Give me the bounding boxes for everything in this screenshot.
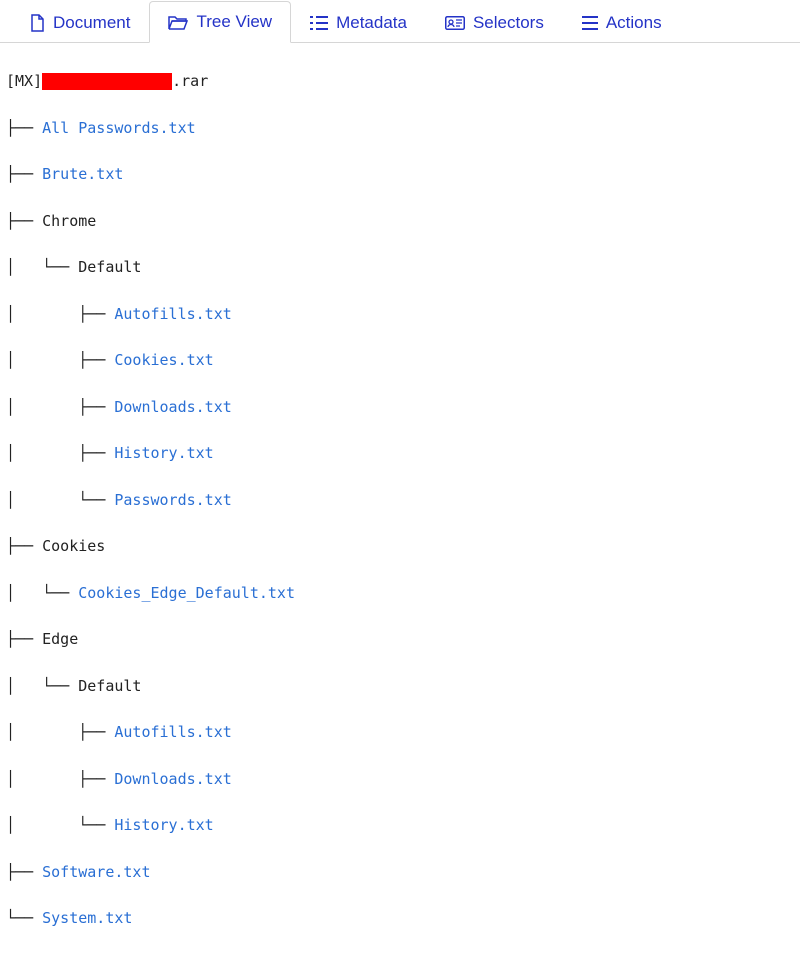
tree-prefix: ├── bbox=[6, 630, 42, 648]
file-edge-autofills[interactable]: Autofills.txt bbox=[114, 723, 231, 741]
tab-label: Document bbox=[53, 13, 130, 33]
file-chrome-passwords[interactable]: Passwords.txt bbox=[114, 491, 231, 509]
folder-chrome-default: Default bbox=[78, 258, 141, 276]
tree-line: │ └── Default bbox=[6, 256, 794, 279]
tree-prefix: ├── bbox=[6, 212, 42, 230]
tree-root: [MX] .rar bbox=[6, 70, 794, 93]
folder-edge: Edge bbox=[42, 630, 78, 648]
tree-line: │ └── Passwords.txt bbox=[6, 489, 794, 512]
file-all-passwords[interactable]: All Passwords.txt bbox=[42, 119, 196, 137]
tab-metadata[interactable]: Metadata bbox=[291, 1, 426, 43]
tab-label: Metadata bbox=[336, 13, 407, 33]
tab-label: Selectors bbox=[473, 13, 544, 33]
tree-prefix: │ └── bbox=[6, 816, 114, 834]
file-chrome-history[interactable]: History.txt bbox=[114, 444, 213, 462]
tree-prefix: └── bbox=[6, 909, 42, 927]
file-edge-history[interactable]: History.txt bbox=[114, 816, 213, 834]
tree-prefix: │ ├── bbox=[6, 444, 114, 462]
tree-line: ├── Chrome bbox=[6, 210, 794, 233]
folder-chrome: Chrome bbox=[42, 212, 96, 230]
tree-prefix: ├── bbox=[6, 863, 42, 881]
file-chrome-downloads[interactable]: Downloads.txt bbox=[114, 398, 231, 416]
tab-document[interactable]: Document bbox=[10, 1, 149, 43]
tree-line: │ └── History.txt bbox=[6, 814, 794, 837]
file-edge-downloads[interactable]: Downloads.txt bbox=[114, 770, 231, 788]
tab-label: Actions bbox=[606, 13, 662, 33]
root-suffix: .rar bbox=[172, 70, 208, 93]
file-chrome-cookies[interactable]: Cookies.txt bbox=[114, 351, 213, 369]
tree-view: [MX] .rar ├── All Passwords.txt ├── Brute… bbox=[0, 43, 800, 974]
tree-prefix: ├── bbox=[6, 165, 42, 183]
file-chrome-autofills[interactable]: Autofills.txt bbox=[114, 305, 231, 323]
list-icon bbox=[310, 16, 328, 30]
tree-prefix: │ ├── bbox=[6, 723, 114, 741]
tree-line: ├── Brute.txt bbox=[6, 163, 794, 186]
tree-prefix: ├── bbox=[6, 537, 42, 555]
tab-tree-view[interactable]: Tree View bbox=[149, 1, 291, 43]
redacted-block bbox=[42, 73, 172, 90]
tree-prefix: │ ├── bbox=[6, 351, 114, 369]
tab-selectors[interactable]: Selectors bbox=[426, 1, 563, 43]
tree-prefix: ├── bbox=[6, 119, 42, 137]
tree-line: │ ├── Downloads.txt bbox=[6, 768, 794, 791]
folder-cookies: Cookies bbox=[42, 537, 105, 555]
menu-icon bbox=[582, 16, 598, 30]
file-icon bbox=[29, 14, 45, 32]
tree-line: │ ├── Cookies.txt bbox=[6, 349, 794, 372]
tree-line: │ ├── Autofills.txt bbox=[6, 721, 794, 744]
folder-open-icon bbox=[168, 14, 188, 30]
tree-prefix: │ └── bbox=[6, 491, 114, 509]
file-cookies-edge-default[interactable]: Cookies_Edge_Default.txt bbox=[78, 584, 295, 602]
tree-line: │ └── Cookies_Edge_Default.txt bbox=[6, 582, 794, 605]
tree-prefix: │ └── bbox=[6, 584, 78, 602]
tree-line: ├── Software.txt bbox=[6, 861, 794, 884]
tree-line: │ ├── Autofills.txt bbox=[6, 303, 794, 326]
tree-prefix: │ └── bbox=[6, 258, 78, 276]
folder-edge-default: Default bbox=[78, 677, 141, 695]
tree-line: │ ├── Downloads.txt bbox=[6, 396, 794, 419]
tree-line: ├── Edge bbox=[6, 628, 794, 651]
tree-line: │ ├── History.txt bbox=[6, 442, 794, 465]
id-card-icon bbox=[445, 16, 465, 30]
tree-prefix: │ ├── bbox=[6, 305, 114, 323]
tree-line: ├── All Passwords.txt bbox=[6, 117, 794, 140]
tree-prefix: │ ├── bbox=[6, 770, 114, 788]
tab-actions[interactable]: Actions bbox=[563, 1, 681, 43]
tree-line: └── System.txt bbox=[6, 907, 794, 930]
file-brute[interactable]: Brute.txt bbox=[42, 165, 123, 183]
root-prefix: [MX] bbox=[6, 70, 42, 93]
tab-bar: Document Tree View Metadata Selectors Ac… bbox=[0, 0, 800, 43]
file-software[interactable]: Software.txt bbox=[42, 863, 150, 881]
tree-prefix: │ ├── bbox=[6, 398, 114, 416]
tree-line: │ └── Default bbox=[6, 675, 794, 698]
file-system[interactable]: System.txt bbox=[42, 909, 132, 927]
tab-label: Tree View bbox=[196, 12, 272, 32]
tree-prefix: │ └── bbox=[6, 677, 78, 695]
